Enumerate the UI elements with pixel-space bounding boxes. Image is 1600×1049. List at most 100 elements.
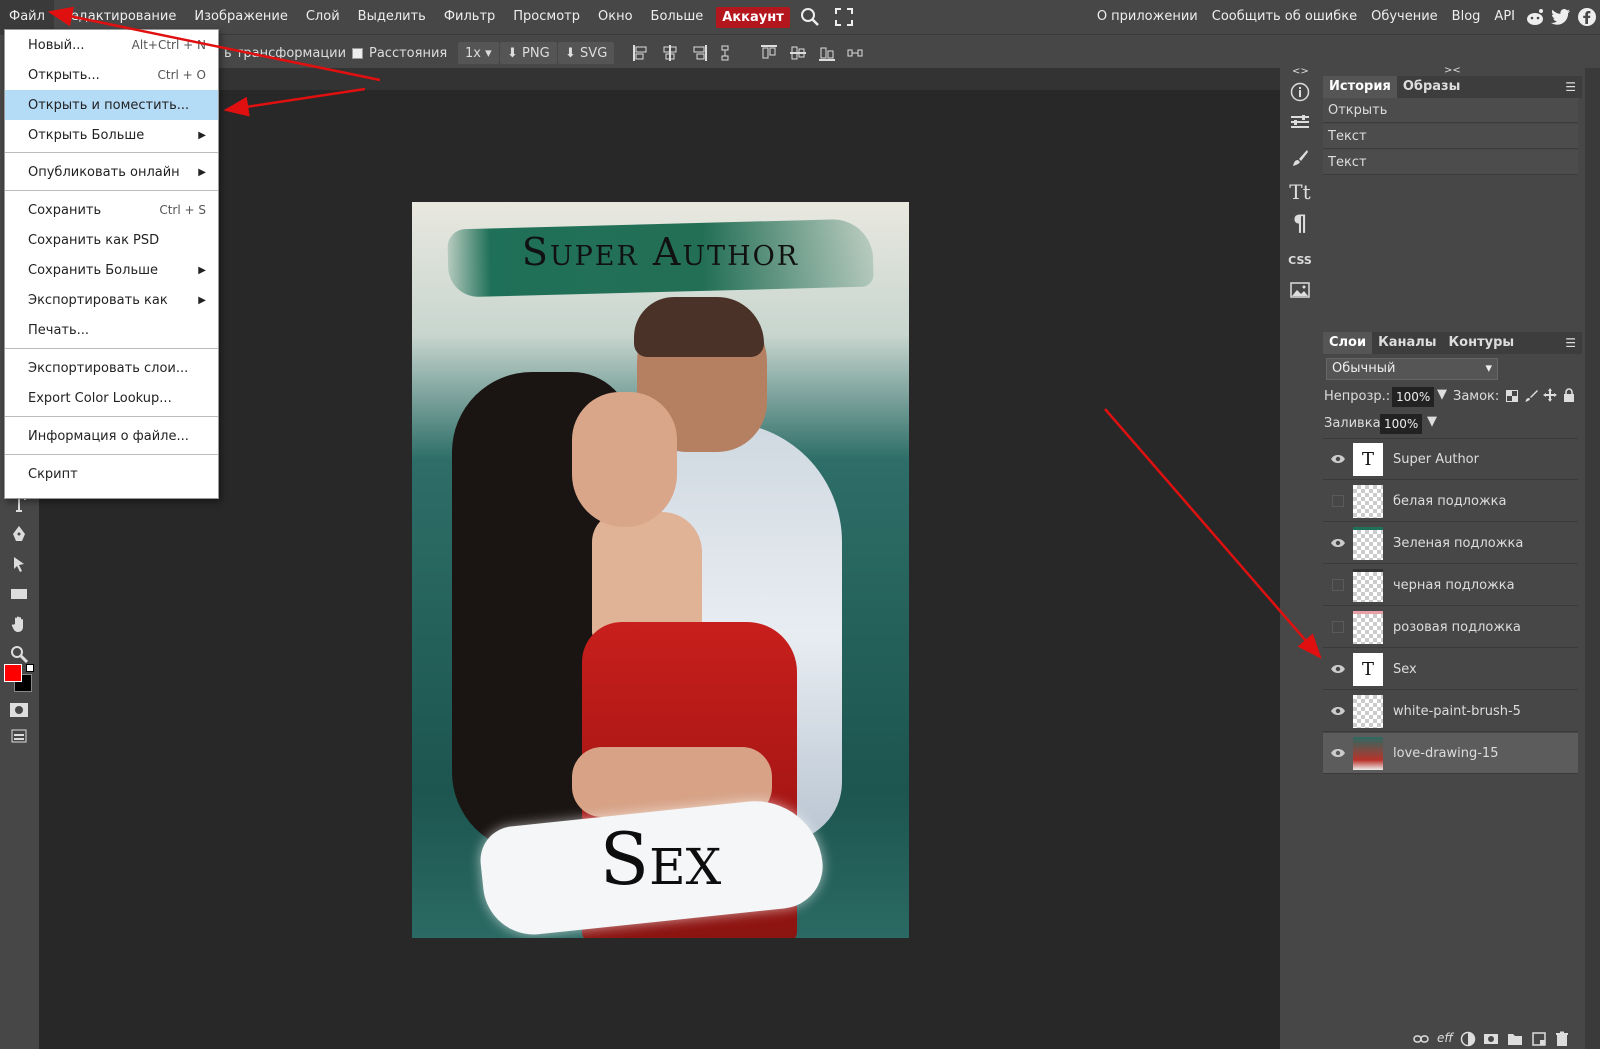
menu-blog[interactable]: Blog [1445, 0, 1488, 34]
tab-paths[interactable]: Контуры [1443, 332, 1521, 354]
rectangle-tool-icon[interactable] [7, 582, 31, 606]
lock-pixels-icon[interactable] [1525, 389, 1538, 402]
menu-item-open-more[interactable]: Открыть Больше ▶ [5, 120, 218, 150]
default-colors-icon[interactable] [26, 664, 34, 672]
menu-item-export-color-lookup[interactable]: Export Color Lookup... [5, 383, 218, 413]
layer-row[interactable]: T Sex [1323, 649, 1578, 690]
visibility-off-box[interactable] [1332, 495, 1344, 507]
eye-icon[interactable] [1323, 523, 1353, 564]
layer-row[interactable]: черная подложка [1323, 565, 1578, 606]
distances-checkbox[interactable] [352, 47, 363, 59]
distribute-v-icon[interactable] [846, 44, 864, 62]
menu-learn[interactable]: Обучение [1364, 0, 1445, 34]
visibility-off-box[interactable] [1332, 579, 1344, 591]
adjustment-layer-icon[interactable] [1460, 1031, 1476, 1047]
tab-swatches[interactable]: Образы [1397, 76, 1467, 98]
opacity-input[interactable]: 100% [1392, 387, 1434, 407]
fullscreen-icon[interactable] [830, 0, 858, 34]
lock-transparency-icon[interactable] [1506, 390, 1518, 402]
quick-mask-icon[interactable] [7, 698, 31, 722]
path-select-tool-icon[interactable] [7, 552, 31, 576]
distribute-h-icon[interactable] [716, 44, 734, 62]
folder-icon[interactable] [1507, 1031, 1523, 1047]
new-layer-icon[interactable] [1531, 1031, 1547, 1047]
menu-item-publish-online[interactable]: Опубликовать онлайн ▶ [5, 157, 218, 187]
trash-icon[interactable] [1554, 1031, 1570, 1047]
document-canvas[interactable]: Super Author Sex [412, 202, 909, 938]
collapse-arrows[interactable]: <> [1292, 66, 1309, 77]
align-top-icon[interactable] [760, 44, 778, 62]
mask-icon[interactable] [1483, 1031, 1499, 1047]
character-icon[interactable]: Tt [1288, 180, 1312, 204]
account-button[interactable]: Аккаунт [716, 6, 790, 28]
menu-item-script[interactable]: Скрипт [5, 459, 218, 489]
adjustments-icon[interactable] [1288, 110, 1312, 134]
menu-layer[interactable]: Слой [297, 0, 349, 34]
visibility-toggle[interactable] [1323, 607, 1353, 648]
image-icon[interactable] [1288, 278, 1312, 302]
layer-row[interactable]: T Super Author [1323, 439, 1578, 480]
lock-position-icon[interactable] [1543, 388, 1557, 402]
search-icon[interactable] [796, 0, 824, 34]
screen-mode-icon[interactable] [7, 724, 31, 748]
panel-collapse-arrows[interactable]: >< [1444, 65, 1461, 76]
align-center-h-icon[interactable] [661, 44, 679, 62]
eye-icon[interactable] [1323, 649, 1353, 690]
opacity-dropdown-icon[interactable]: ▼ [1437, 387, 1447, 402]
menu-about[interactable]: О приложении [1090, 0, 1205, 34]
visibility-toggle[interactable] [1323, 481, 1353, 522]
tab-channels[interactable]: Каналы [1372, 332, 1442, 354]
menu-item-file-info[interactable]: Информация о файле... [5, 421, 218, 451]
blend-mode-select[interactable]: Обычный ▾ [1326, 358, 1498, 380]
visibility-off-box[interactable] [1332, 621, 1344, 633]
scale-dropdown[interactable]: 1x ▾ [458, 42, 499, 64]
reddit-icon[interactable] [1522, 0, 1548, 34]
history-item[interactable]: Текст [1323, 124, 1578, 149]
twitter-icon[interactable] [1548, 0, 1574, 34]
foreground-color-swatch[interactable] [4, 664, 22, 682]
menu-window[interactable]: Окно [589, 0, 642, 34]
layer-row[interactable]: white-paint-brush-5 [1323, 691, 1578, 732]
menu-more[interactable]: Больше [642, 0, 713, 34]
panel-scrollbar[interactable] [1585, 68, 1600, 1049]
menu-select[interactable]: Выделить [349, 0, 435, 34]
css-icon[interactable]: CSS [1288, 248, 1312, 272]
pen-tool-icon[interactable] [7, 522, 31, 546]
menu-item-save-more[interactable]: Сохранить Больше ▶ [5, 255, 218, 285]
align-left-icon[interactable] [632, 44, 650, 62]
align-middle-icon[interactable] [789, 44, 807, 62]
eye-icon[interactable] [1323, 733, 1353, 774]
tab-layers[interactable]: Слои [1323, 332, 1373, 354]
history-item[interactable]: Текст [1323, 150, 1578, 175]
brush-icon[interactable] [1288, 146, 1312, 170]
fill-dropdown-icon[interactable]: ▼ [1427, 414, 1437, 429]
fill-input[interactable]: 100% [1380, 414, 1422, 434]
menu-item-export-as[interactable]: Экспортировать как ▶ [5, 285, 218, 315]
paragraph-icon[interactable]: ¶ [1288, 212, 1312, 237]
history-item[interactable]: Открыть [1323, 98, 1578, 123]
color-swatches[interactable] [4, 664, 36, 696]
menu-item-print[interactable]: Печать... [5, 315, 218, 345]
layer-row[interactable]: белая подложка [1323, 481, 1578, 522]
panel-menu-icon[interactable]: ☰ [1565, 80, 1576, 94]
align-right-icon[interactable] [690, 44, 708, 62]
info-icon[interactable] [1288, 80, 1312, 104]
eye-icon[interactable] [1323, 691, 1353, 732]
menu-item-open[interactable]: Открыть... Ctrl + O [5, 60, 218, 90]
lock-all-icon[interactable] [1563, 388, 1575, 402]
panel-menu-icon[interactable]: ☰ [1565, 336, 1576, 350]
menu-item-open-and-place[interactable]: Открыть и поместить... [5, 90, 218, 120]
menu-view[interactable]: Просмотр [504, 0, 589, 34]
menu-item-export-layers[interactable]: Экспортировать слои... [5, 353, 218, 383]
zoom-tool-icon[interactable] [7, 642, 31, 666]
menu-filter[interactable]: Фильтр [435, 0, 504, 34]
hand-tool-icon[interactable] [7, 612, 31, 636]
menu-api[interactable]: API [1487, 0, 1522, 34]
facebook-icon[interactable] [1574, 0, 1600, 34]
menu-item-save[interactable]: Сохранить Ctrl + S [5, 195, 218, 225]
visibility-toggle[interactable] [1323, 565, 1353, 606]
eye-icon[interactable] [1323, 439, 1353, 480]
menu-item-new[interactable]: Новый... Alt+Ctrl + N [5, 30, 218, 60]
layer-row[interactable]: Зеленая подложка [1323, 523, 1578, 564]
align-bottom-icon[interactable] [818, 44, 836, 62]
